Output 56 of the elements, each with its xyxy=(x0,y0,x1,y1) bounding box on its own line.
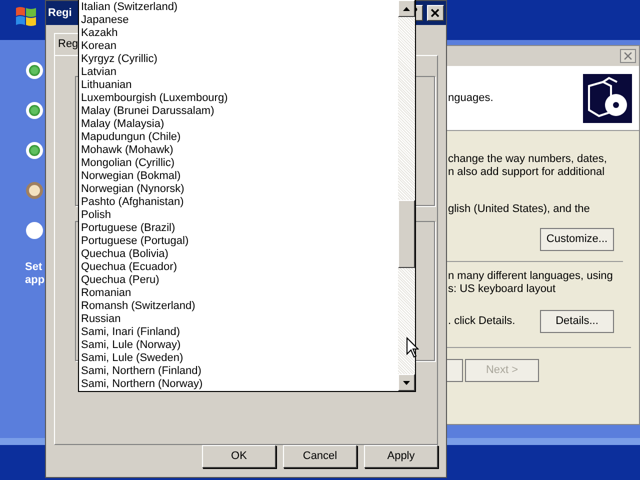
windows-logo-icon xyxy=(14,5,38,27)
list-item[interactable]: Sami, Northern (Finland) xyxy=(81,365,396,378)
list-item[interactable]: Mohawk (Mohawk) xyxy=(81,144,396,157)
dialog-button[interactable]: Apply xyxy=(364,445,438,468)
scrollbar[interactable] xyxy=(398,0,415,391)
list-item[interactable]: Korean xyxy=(81,40,396,53)
dialog-button[interactable]: Cancel xyxy=(283,445,357,468)
step-bullet-icon xyxy=(26,182,43,199)
body-text: n many different languages, using xyxy=(448,270,614,283)
header-text: nguages. xyxy=(448,90,494,106)
list-item[interactable]: Portuguese (Portugal) xyxy=(81,235,396,248)
list-item[interactable]: Latvian xyxy=(81,66,396,79)
scroll-thumb[interactable] xyxy=(398,200,415,268)
list-item[interactable]: Quechua (Bolivia) xyxy=(81,248,396,261)
side-text: Set xyxy=(25,261,44,274)
software-box-cd-icon xyxy=(583,74,632,122)
step-bullet-icon xyxy=(26,222,43,239)
list-item[interactable]: Italian (Switzerland) xyxy=(81,1,396,14)
customize-button[interactable]: Customize... xyxy=(540,228,614,251)
list-item[interactable]: Kyrgyz (Cyrillic) xyxy=(81,53,396,66)
list-item[interactable]: Norwegian (Nynorsk) xyxy=(81,183,396,196)
scroll-up-icon[interactable] xyxy=(398,0,415,17)
dialog-button[interactable]: OK xyxy=(202,445,276,468)
list-item[interactable]: Mapudungun (Chile) xyxy=(81,131,396,144)
body-text: . click Details. xyxy=(448,315,516,328)
details-button[interactable]: Details... xyxy=(540,310,614,333)
list-item[interactable]: Luxembourgish (Luxembourg) xyxy=(81,92,396,105)
step-bullet-icon xyxy=(26,62,43,79)
step-bullet-icon xyxy=(26,142,43,159)
list-item[interactable]: Quechua (Ecuador) xyxy=(81,261,396,274)
list-item[interactable]: Pashto (Afghanistan) xyxy=(81,196,396,209)
list-item[interactable]: Romanian xyxy=(81,287,396,300)
list-item[interactable]: Polish xyxy=(81,209,396,222)
list-item[interactable]: Quechua (Peru) xyxy=(81,274,396,287)
list-item[interactable]: Mongolian (Cyrillic) xyxy=(81,157,396,170)
body-text: s: US keyboard layout xyxy=(448,283,557,296)
list-item[interactable]: Norwegian (Bokmal) xyxy=(81,170,396,183)
scroll-down-icon[interactable] xyxy=(398,374,415,391)
list-item[interactable]: Lithuanian xyxy=(81,79,396,92)
list-item[interactable]: Sami, Inari (Finland) xyxy=(81,326,396,339)
body-text: glish (United States), and the xyxy=(448,203,591,216)
body-text: n also add support for additional xyxy=(448,166,606,179)
list-item[interactable]: Portuguese (Brazil) xyxy=(81,222,396,235)
side-text: app xyxy=(25,274,45,287)
list-item[interactable]: Romansh (Switzerland) xyxy=(81,300,396,313)
list-item[interactable]: Malay (Brunei Darussalam) xyxy=(81,105,396,118)
list-item[interactable]: Sami, Northern (Norway) xyxy=(81,378,396,391)
step-bullet-icon xyxy=(26,102,43,119)
list-item[interactable]: Sami, Lule (Norway) xyxy=(81,339,396,352)
list-item[interactable]: Japanese xyxy=(81,14,396,27)
list-item[interactable]: Kazakh xyxy=(81,27,396,40)
list-item[interactable]: Sami, Lule (Sweden) xyxy=(81,352,396,365)
list-item[interactable]: Malay (Malaysia) xyxy=(81,118,396,131)
window-title: Regi xyxy=(48,6,72,21)
list-item[interactable]: Russian xyxy=(81,313,396,326)
body-text: change the way numbers, dates, xyxy=(448,153,608,166)
